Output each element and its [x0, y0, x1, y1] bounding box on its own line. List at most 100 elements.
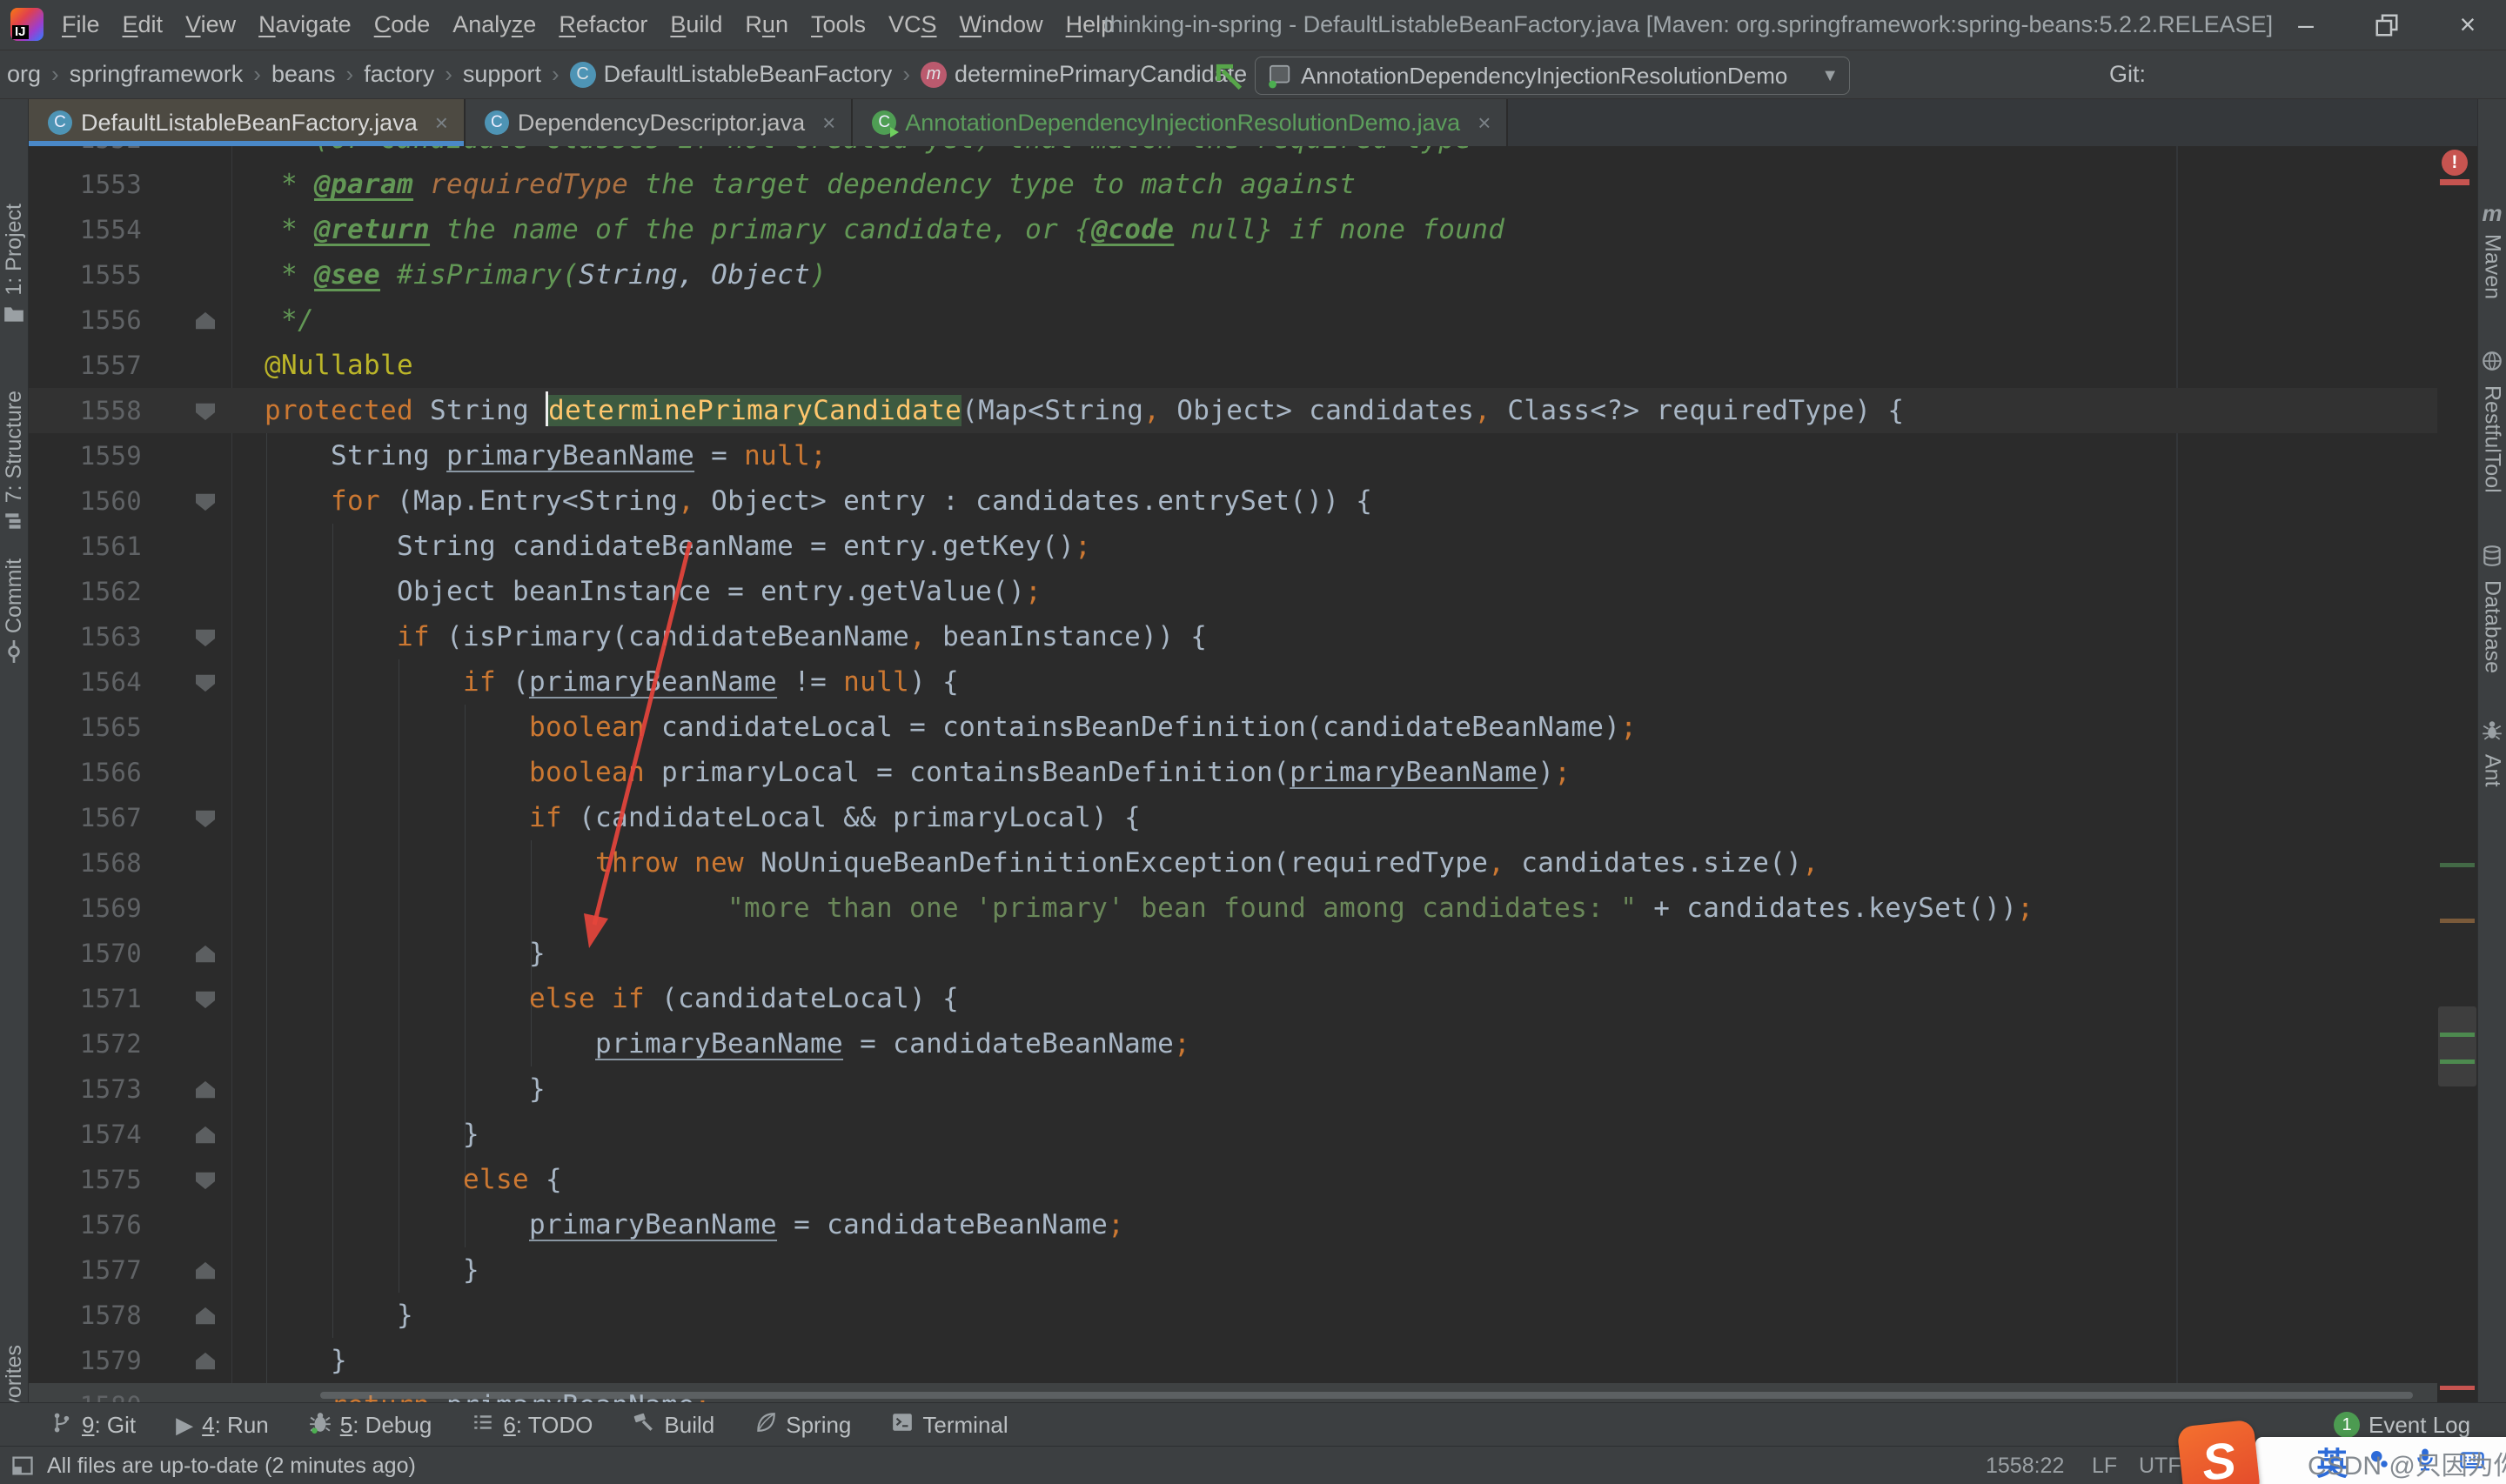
line-number[interactable]: 1557: [29, 343, 142, 388]
code-line[interactable]: 1568 throw new NoUniqueBeanDefinitionExce…: [29, 840, 2437, 886]
line-number[interactable]: 1573: [29, 1066, 142, 1112]
breadcrumb-item-beans[interactable]: beans: [271, 61, 336, 88]
code-line[interactable]: 1563 if (isPrimary(candidateBeanName, bea…: [29, 614, 2437, 659]
line-number[interactable]: 1563: [29, 614, 142, 659]
code-line[interactable]: 1555 * @see #isPrimary(String, Object): [29, 252, 2437, 297]
line-number[interactable]: 1576: [29, 1202, 142, 1247]
code-line[interactable]: 1566 boolean primaryLocal = containsBeanD…: [29, 750, 2437, 795]
line-number[interactable]: 1565: [29, 705, 142, 750]
line-number[interactable]: 1564: [29, 659, 142, 705]
code-line[interactable]: 1573}: [29, 1066, 2437, 1112]
line-number[interactable]: 1570: [29, 931, 142, 976]
line-number[interactable]: 1572: [29, 1021, 142, 1066]
line-number[interactable]: 1574: [29, 1112, 142, 1157]
menu-run[interactable]: Run: [734, 11, 800, 38]
tab-close-icon[interactable]: ×: [1477, 110, 1491, 137]
breadcrumb-item-springframework[interactable]: springframework: [70, 61, 244, 88]
close-button[interactable]: ×: [2429, 0, 2506, 50]
line-number[interactable]: 1553: [29, 162, 142, 207]
toolwindow-button-ant[interactable]: Ant: [2478, 719, 2506, 787]
code-line[interactable]: 1552 * (or candidate classes if not crea…: [29, 146, 2437, 162]
code-line[interactable]: 1569 "more than one 'primary' bean found …: [29, 886, 2437, 931]
code-line[interactable]: 1567 if (candidateLocal && primaryLocal) …: [29, 795, 2437, 840]
code-line[interactable]: 1579}: [29, 1338, 2437, 1383]
nav-up-left-arrow-icon[interactable]: [1211, 59, 1246, 94]
error-stripe-mark[interactable]: [2440, 179, 2469, 185]
menu-refactor[interactable]: Refactor: [547, 11, 659, 38]
line-number[interactable]: 1566: [29, 750, 142, 795]
menu-view[interactable]: View: [174, 11, 247, 38]
code-line[interactable]: 1576 primaryBeanName = candidateBeanName;: [29, 1202, 2437, 1247]
caret-position[interactable]: 1558:22: [1986, 1447, 2064, 1484]
menu-build[interactable]: Build: [659, 11, 734, 38]
menu-vcs[interactable]: VCS: [877, 11, 948, 38]
toolwindow-button-terminal[interactable]: Terminal: [891, 1411, 1008, 1440]
error-stripe[interactable]: !: [2436, 146, 2478, 1402]
toolwindow-button-spring[interactable]: Spring: [754, 1411, 851, 1440]
code-line[interactable]: 1571 else if (candidateLocal) {: [29, 976, 2437, 1021]
menu-window[interactable]: Window: [948, 11, 1055, 38]
line-number[interactable]: 1578: [29, 1293, 142, 1338]
code-line[interactable]: 1572 primaryBeanName = candidateBeanName;: [29, 1021, 2437, 1066]
line-number[interactable]: 1562: [29, 569, 142, 614]
code-line[interactable]: 1557 @Nullable: [29, 343, 2437, 388]
menu-file[interactable]: File: [50, 11, 111, 38]
line-number[interactable]: 1556: [29, 297, 142, 343]
horizontal-scrollbar[interactable]: [320, 1392, 2413, 1399]
line-number[interactable]: 1560: [29, 478, 142, 524]
menu-analyze[interactable]: Analyze: [441, 11, 547, 38]
line-number[interactable]: 1571: [29, 976, 142, 1021]
toolwindow-button-maven[interactable]: m Maven: [2478, 202, 2506, 299]
code-line[interactable]: 1553 * @param requiredType the target de…: [29, 162, 2437, 207]
code-line[interactable]: 1561 String candidateBeanName = entry.get…: [29, 524, 2437, 569]
code-line[interactable]: 1559 String primaryBeanName = null;: [29, 433, 2437, 478]
line-number[interactable]: 1577: [29, 1247, 142, 1293]
code-line[interactable]: 1575 else {: [29, 1157, 2437, 1202]
ime-logo-icon[interactable]: S: [2176, 1419, 2261, 1484]
breadcrumb-item-factory[interactable]: factory: [364, 61, 434, 88]
toolwindow-toggle-icon[interactable]: [10, 1454, 35, 1482]
code-line[interactable]: 1574}: [29, 1112, 2437, 1157]
toolwindow-button-5-debug[interactable]: 5: Debug: [309, 1411, 432, 1440]
menu-tools[interactable]: Tools: [800, 11, 877, 38]
line-ending-indicator[interactable]: LF: [2092, 1447, 2117, 1484]
line-number[interactable]: 1559: [29, 433, 142, 478]
code-editor[interactable]: 1552 * (or candidate classes if not crea…: [29, 146, 2478, 1402]
line-number[interactable]: 1561: [29, 524, 142, 569]
breadcrumb-item-determineprimarycandidate[interactable]: m determinePrimaryCandidate: [920, 61, 1247, 88]
toolwindow-button-9-git[interactable]: 9: Git: [50, 1411, 136, 1440]
code-line[interactable]: 1577}: [29, 1247, 2437, 1293]
line-number[interactable]: 1567: [29, 795, 142, 840]
tab-annotationdependencyinjectionresolutiondemo-java[interactable]: C AnnotationDependencyInjectionResolution…: [853, 99, 1509, 146]
code-line[interactable]: 1556 */: [29, 297, 2437, 343]
menu-navigate[interactable]: Navigate: [247, 11, 363, 38]
vertical-scrollbar-thumb[interactable]: [2438, 1006, 2476, 1086]
tab-close-icon[interactable]: ×: [435, 110, 448, 137]
toolwindow-button-build[interactable]: Build: [633, 1411, 714, 1440]
tab-defaultlistablebeanfactory-java[interactable]: C DefaultListableBeanFactory.java ×: [29, 99, 466, 146]
restore-button[interactable]: [2349, 0, 2425, 50]
code-line[interactable]: 1554 * @return the name of the primary c…: [29, 207, 2437, 252]
tab-close-icon[interactable]: ×: [822, 110, 835, 137]
toolwindow-button-database[interactable]: Database: [2478, 545, 2506, 673]
breadcrumb-item-support[interactable]: support: [463, 61, 541, 88]
breadcrumb-item-defaultlistablebeanfactory[interactable]: C DefaultListableBeanFactory: [569, 61, 892, 88]
code-line[interactable]: 1565 boolean candidateLocal = containsBea…: [29, 705, 2437, 750]
code-line[interactable]: 1564 if (primaryBeanName != null) {: [29, 659, 2437, 705]
menu-edit[interactable]: Edit: [111, 11, 175, 38]
code-line[interactable]: 1560 for (Map.Entry<String, Object> entry…: [29, 478, 2437, 524]
toolwindow-button-restfultool[interactable]: RestfulTool: [2478, 350, 2506, 493]
toolwindow-button-4-run[interactable]: ▶ 4: Run: [176, 1412, 269, 1439]
inspections-error-badge[interactable]: !: [2442, 150, 2468, 176]
code-line[interactable]: 1570}: [29, 931, 2437, 976]
tab-dependencydescriptor-java[interactable]: C DependencyDescriptor.java ×: [465, 99, 854, 146]
line-number[interactable]: 1569: [29, 886, 142, 931]
line-number[interactable]: 1580: [29, 1383, 142, 1402]
code-line[interactable]: 1578}: [29, 1293, 2437, 1338]
line-number[interactable]: 1558: [29, 388, 142, 433]
line-number[interactable]: 1555: [29, 252, 142, 297]
line-number[interactable]: 1552: [29, 146, 142, 162]
toolwindow-button-6-todo[interactable]: 6: TODO: [472, 1411, 593, 1440]
line-number[interactable]: 1554: [29, 207, 142, 252]
toolwindow-button-commit[interactable]: Commit: [0, 558, 28, 669]
